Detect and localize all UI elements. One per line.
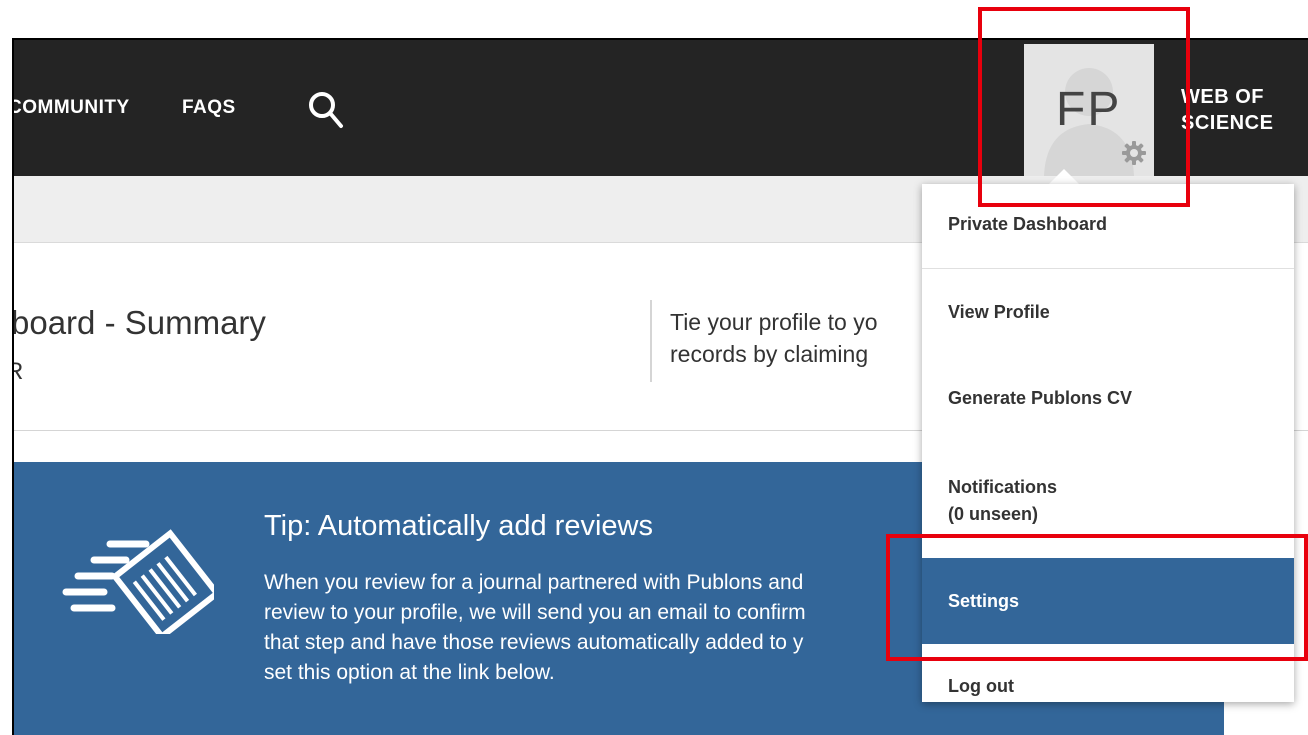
claim-prompt-line1: Tie your profile to yo [670,309,878,335]
nav-faqs-link[interactable]: FAQS [182,97,236,119]
claim-prompt-line2: records by claiming [670,341,869,367]
search-icon[interactable] [308,90,344,130]
nav-community-link[interactable]: COMMUNITY [14,97,130,119]
menu-divider [922,268,1294,269]
claim-records-prompt: Tie your profile to yo records by claimi… [670,306,930,370]
avatar-highlight-box [978,7,1190,207]
tip-body: When you review for a journal partnered … [264,568,964,688]
menu-item-private-dashboard[interactable]: Private Dashboard [922,214,1294,235]
page-subtitle: R [14,358,23,386]
tip-body-line: review to your profile, we will send you… [264,601,806,624]
tip-title: Tip: Automatically add reviews [264,510,653,542]
tip-body-line: When you review for a journal partnered … [264,571,804,594]
wos-line2: SCIENCE [1181,112,1274,134]
tip-body-line: that step and have those reviews automat… [264,631,804,654]
menu-item-view-profile[interactable]: View Profile [922,302,1294,323]
header-divider [650,300,652,382]
wos-line1: WEB OF [1181,86,1264,108]
notifications-count: (0 unseen) [948,504,1039,524]
review-document-icon [62,529,214,634]
notifications-label: Notifications [948,477,1058,497]
settings-highlight-box [886,534,1308,661]
menu-item-generate-cv[interactable]: Generate Publons CV [922,388,1294,409]
tip-body-line: set this option at the link below. [264,661,555,684]
web-of-science-logo[interactable]: WEB OF SCIENCE [1181,84,1273,136]
menu-item-log-out[interactable]: Log out [922,676,1294,697]
page-title: board - Summary [12,304,266,341]
menu-item-notifications[interactable]: Notifications (0 unseen) [922,474,1294,528]
